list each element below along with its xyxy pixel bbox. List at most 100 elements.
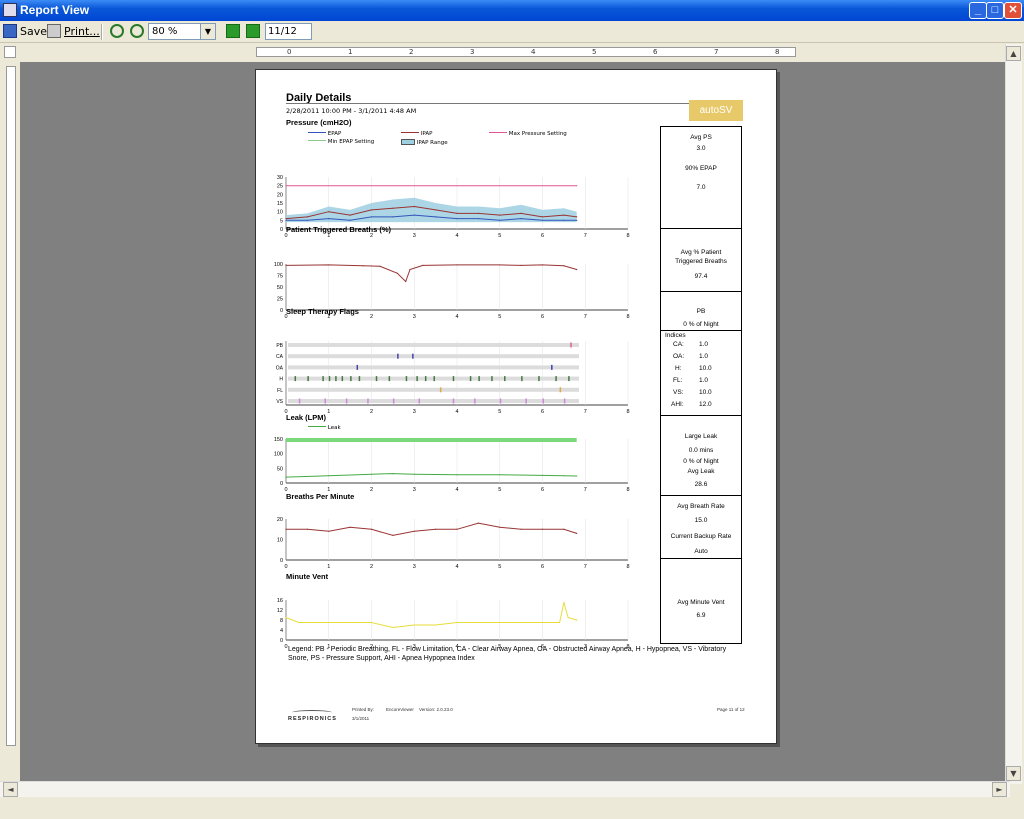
data-point <box>477 212 479 214</box>
x-tick-label: 5 <box>498 487 501 493</box>
zoom-in-button[interactable] <box>110 24 127 40</box>
data-point <box>435 528 437 530</box>
data-point <box>477 621 479 624</box>
zoom-select[interactable]: 80 % ▼ <box>148 23 216 40</box>
data-point <box>456 528 458 530</box>
vertical-scrollbar[interactable]: ▲ ▼ <box>1005 44 1022 784</box>
flag-mark <box>367 398 369 404</box>
data-point <box>456 474 458 476</box>
x-tick-label: 2 <box>370 487 373 493</box>
y-tick-label: 30 <box>277 175 283 181</box>
flag-mark <box>405 376 408 382</box>
flag-mark <box>478 376 480 382</box>
x-tick-label: 3 <box>413 564 416 570</box>
x-tick-label: 3 <box>413 233 416 239</box>
flag-mark <box>335 376 337 382</box>
data-point <box>328 621 330 624</box>
data-point <box>328 530 330 532</box>
data-point <box>379 265 381 267</box>
patient-label-2: Triggered Breaths <box>675 258 727 265</box>
save-button[interactable]: Save <box>3 24 47 40</box>
data-point <box>328 475 330 477</box>
zoom-value: 80 % <box>152 26 178 37</box>
next-page-icon[interactable] <box>246 24 260 38</box>
data-point <box>392 534 394 536</box>
flag-mark <box>568 376 570 382</box>
data-point <box>409 268 411 271</box>
data-point <box>576 219 578 221</box>
y-tick-label: 100 <box>274 262 283 268</box>
y-tick-label: 8 <box>280 618 283 624</box>
flag-mark <box>307 376 309 382</box>
series-line <box>285 264 577 283</box>
previous-page-icon[interactable] <box>226 24 240 38</box>
x-tick-label: 2 <box>370 233 373 239</box>
y-tick-label: 0 <box>280 481 283 487</box>
ruler-corner <box>4 46 16 58</box>
ruler-tick-label: 5 <box>592 48 597 56</box>
viewer-version: Version: 2.0.23.0 <box>419 707 453 712</box>
data-point <box>349 214 351 216</box>
scroll-down-icon[interactable]: ▼ <box>1006 766 1021 781</box>
y-tick-label: 16 <box>277 598 283 604</box>
index-ahi-value: 12.0 <box>699 401 712 408</box>
data-point <box>541 219 544 221</box>
index-ca-label: CA: <box>673 341 684 348</box>
data-point <box>349 219 351 221</box>
flag-mark <box>452 398 455 404</box>
flag-row-band <box>288 365 579 370</box>
flag-mark <box>559 387 562 393</box>
x-tick-label: 1 <box>327 409 330 415</box>
x-tick-label: 6 <box>541 487 544 493</box>
data-point <box>541 264 544 266</box>
y-tick-label: 50 <box>277 285 283 291</box>
x-tick-label: 3 <box>413 487 416 493</box>
data-point <box>456 264 458 266</box>
patient-value: 97.4 <box>694 273 708 280</box>
x-tick-label: 0 <box>284 487 287 493</box>
x-tick-label: 7 <box>584 487 587 493</box>
flag-mark <box>521 376 523 382</box>
page-number-input[interactable]: 11/12 <box>265 23 312 40</box>
data-point <box>499 526 501 528</box>
large-leak-pct: 0 % of Night <box>683 458 719 465</box>
scroll-up-icon[interactable]: ▲ <box>1006 46 1021 61</box>
flag-mark <box>298 398 301 404</box>
data-point <box>499 219 501 221</box>
flag-mark <box>397 353 399 359</box>
x-tick-label: 8 <box>626 564 629 570</box>
y-tick-label: 50 <box>277 466 283 472</box>
scroll-left-icon[interactable]: ◄ <box>3 782 18 797</box>
flag-mark <box>418 398 421 404</box>
data-point <box>285 528 287 530</box>
data-point <box>499 474 501 476</box>
minimize-button[interactable]: _ <box>969 2 987 19</box>
x-tick-label: 0 <box>284 409 287 415</box>
data-point <box>349 621 351 624</box>
x-tick-label: 7 <box>584 314 587 320</box>
close-button[interactable]: ✕ <box>1004 2 1022 19</box>
stats-divider <box>661 330 741 331</box>
y-tick-label: CA <box>276 354 284 360</box>
ruler-tick-label: 0 <box>287 48 292 56</box>
data-point <box>456 212 458 214</box>
x-tick-label: 3 <box>413 409 416 415</box>
data-point <box>559 621 561 624</box>
scroll-right-icon[interactable]: ► <box>992 782 1007 797</box>
flag-mark <box>491 376 493 382</box>
maximize-button[interactable]: □ <box>986 2 1004 19</box>
index-vs-label: VS: <box>673 389 684 396</box>
zoom-out-button[interactable] <box>130 24 147 40</box>
chevron-down-icon[interactable]: ▼ <box>200 24 215 39</box>
y-tick-label: 10 <box>277 210 283 216</box>
flag-mark <box>388 376 391 382</box>
x-tick-label: 4 <box>455 233 458 239</box>
y-tick-label: PB <box>276 343 283 349</box>
autosv-logo: autoSV <box>689 100 743 121</box>
y-tick-label: 0 <box>280 227 283 233</box>
data-point <box>285 476 287 478</box>
data-point <box>499 621 501 624</box>
print-button[interactable]: Print... <box>47 24 100 40</box>
horizontal-scrollbar[interactable]: ◄ ► <box>0 781 1010 797</box>
flag-mark <box>424 376 427 382</box>
